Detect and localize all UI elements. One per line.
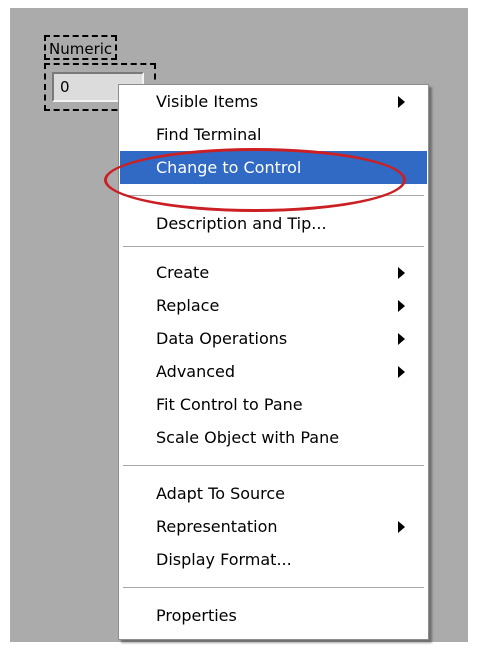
submenu-arrow-icon — [398, 267, 405, 279]
menu-item-replace[interactable]: Replace — [120, 289, 427, 322]
menu-item-scale-object-with-pane[interactable]: Scale Object with Pane — [120, 421, 427, 454]
menu-item-label: Data Operations — [156, 329, 288, 348]
menu-item-label: Fit Control to Pane — [156, 395, 303, 414]
menu-separator — [123, 587, 424, 589]
submenu-arrow-icon — [398, 521, 405, 533]
menu-item-visible-items[interactable]: Visible Items — [120, 85, 427, 118]
menu-item-label: Display Format... — [156, 550, 292, 569]
menu-separator — [123, 246, 424, 248]
submenu-arrow-icon — [398, 96, 405, 108]
menu-item-adapt-to-source[interactable]: Adapt To Source — [120, 477, 427, 510]
menu-item-label: Change to Control — [156, 158, 302, 177]
submenu-arrow-icon — [398, 300, 405, 312]
menu-item-data-operations[interactable]: Data Operations — [120, 322, 427, 355]
menu-item-label: Create — [156, 263, 210, 282]
menu-item-label: Visible Items — [156, 92, 259, 111]
menu-item-label: Representation — [156, 517, 278, 536]
menu-item-create[interactable]: Create — [120, 256, 427, 289]
menu-item-properties[interactable]: Properties — [120, 599, 427, 632]
menu-item-label: Properties — [156, 606, 237, 625]
context-menu: Visible Items Find Terminal Change to Co… — [118, 84, 429, 640]
menu-item-fit-control-to-pane[interactable]: Fit Control to Pane — [120, 388, 427, 421]
menu-item-advanced[interactable]: Advanced — [120, 355, 427, 388]
menu-item-label: Description and Tip... — [156, 214, 327, 233]
menu-separator — [123, 195, 424, 197]
submenu-arrow-icon — [398, 366, 405, 378]
menu-item-label: Advanced — [156, 362, 236, 381]
menu-item-find-terminal[interactable]: Find Terminal — [120, 118, 427, 151]
menu-item-label: Replace — [156, 296, 220, 315]
menu-item-description-and-tip[interactable]: Description and Tip... — [120, 207, 427, 240]
menu-item-change-to-control[interactable]: Change to Control — [120, 151, 427, 184]
numeric-label[interactable]: Numeric — [44, 35, 118, 60]
menu-item-representation[interactable]: Representation — [120, 510, 427, 543]
menu-separator — [123, 465, 424, 467]
submenu-arrow-icon — [398, 333, 405, 345]
menu-item-label: Adapt To Source — [156, 484, 286, 503]
menu-item-label: Scale Object with Pane — [156, 428, 340, 447]
menu-item-label: Find Terminal — [156, 125, 262, 144]
menu-item-display-format[interactable]: Display Format... — [120, 543, 427, 576]
